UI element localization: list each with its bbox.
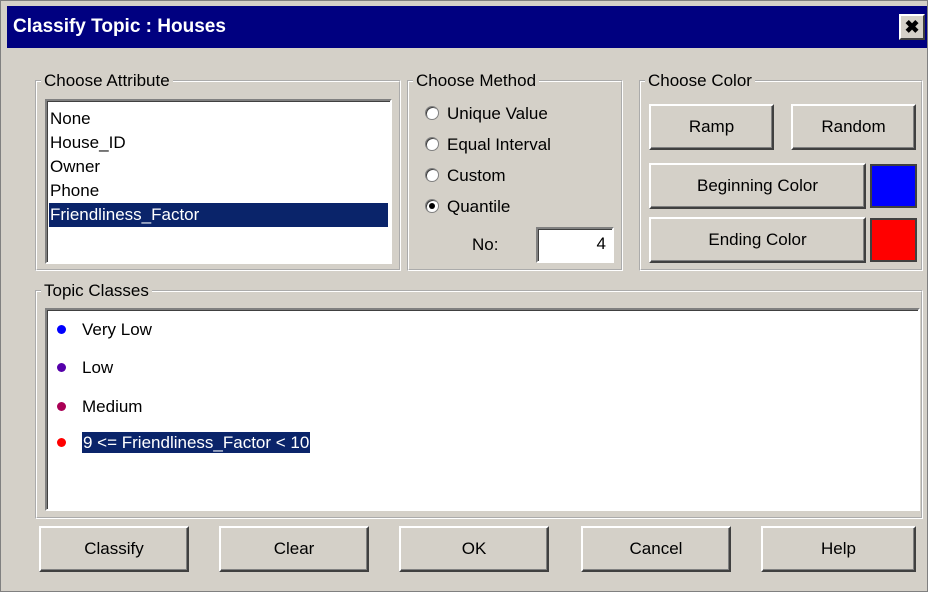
class-label: Medium	[82, 397, 143, 416]
choose-method-legend: Choose Method	[416, 71, 537, 90]
class-label: Very Low	[82, 320, 152, 339]
attribute-item-owner[interactable]: Owner	[49, 155, 388, 179]
cancel-button[interactable]: Cancel	[581, 526, 731, 572]
method-unique-value-label: Unique Value	[447, 104, 548, 123]
attribute-item-house-id[interactable]: House_ID	[49, 131, 388, 155]
radio-equal-interval[interactable]	[425, 137, 439, 151]
close-button[interactable]: ✖	[899, 14, 925, 40]
class-count-input[interactable]: 4	[536, 227, 614, 263]
class-count-label: No:	[472, 235, 499, 254]
topic-classes-legend: Topic Classes	[44, 281, 149, 300]
attribute-item-none[interactable]: None	[49, 107, 388, 131]
method-custom-label: Custom	[447, 166, 506, 185]
beginning-color-button[interactable]: Beginning Color	[649, 163, 866, 209]
method-quantile[interactable]: Quantile	[425, 195, 510, 219]
method-equal-interval[interactable]: Equal Interval	[425, 133, 551, 157]
choose-color-legend: Choose Color	[648, 71, 752, 90]
ending-color-button[interactable]: Ending Color	[649, 217, 866, 263]
method-custom[interactable]: Custom	[425, 164, 506, 188]
class-label: Low	[82, 358, 114, 377]
class-label-selected[interactable]: 9 <= Friendliness_Factor < 10	[82, 432, 311, 453]
attribute-item-phone[interactable]: Phone	[49, 179, 388, 203]
random-button[interactable]: Random	[791, 104, 916, 150]
class-color-dot	[57, 402, 66, 411]
attribute-item-friendliness-factor[interactable]: Friendliness_Factor	[49, 203, 388, 227]
radio-quantile[interactable]	[425, 199, 439, 213]
method-unique-value[interactable]: Unique Value	[425, 102, 548, 126]
class-row-medium[interactable]: Medium	[57, 392, 142, 422]
method-equal-interval-label: Equal Interval	[447, 135, 551, 154]
classify-button[interactable]: Classify	[39, 526, 189, 572]
radio-unique-value[interactable]	[425, 106, 439, 120]
beginning-color-swatch[interactable]	[870, 164, 917, 208]
ok-button[interactable]: OK	[399, 526, 549, 572]
class-color-dot	[57, 438, 66, 447]
class-color-dot	[57, 325, 66, 334]
class-row-high[interactable]: 9 <= Friendliness_Factor < 10	[57, 428, 311, 458]
classify-dialog: Classify Topic : Houses ✖ Choose Attribu…	[0, 0, 928, 592]
method-quantile-label: Quantile	[447, 197, 511, 216]
clear-button[interactable]: Clear	[219, 526, 369, 572]
radio-custom[interactable]	[425, 168, 439, 182]
dialog-title: Classify Topic : Houses	[13, 16, 226, 37]
ramp-button[interactable]: Ramp	[649, 104, 774, 150]
attribute-list[interactable]: None House_ID Owner Phone Friendliness_F…	[45, 99, 392, 264]
topic-classes-list[interactable]: Very Low Low Medium 9 <= Friendliness_Fa…	[45, 308, 920, 511]
class-color-dot	[57, 363, 66, 372]
choose-attribute-legend: Choose Attribute	[44, 71, 170, 90]
help-button[interactable]: Help	[761, 526, 916, 572]
title-bar[interactable]: Classify Topic : Houses ✖	[7, 6, 927, 48]
class-row-low[interactable]: Low	[57, 353, 113, 383]
ending-color-swatch[interactable]	[870, 218, 917, 262]
class-row-very-low[interactable]: Very Low	[57, 315, 152, 345]
